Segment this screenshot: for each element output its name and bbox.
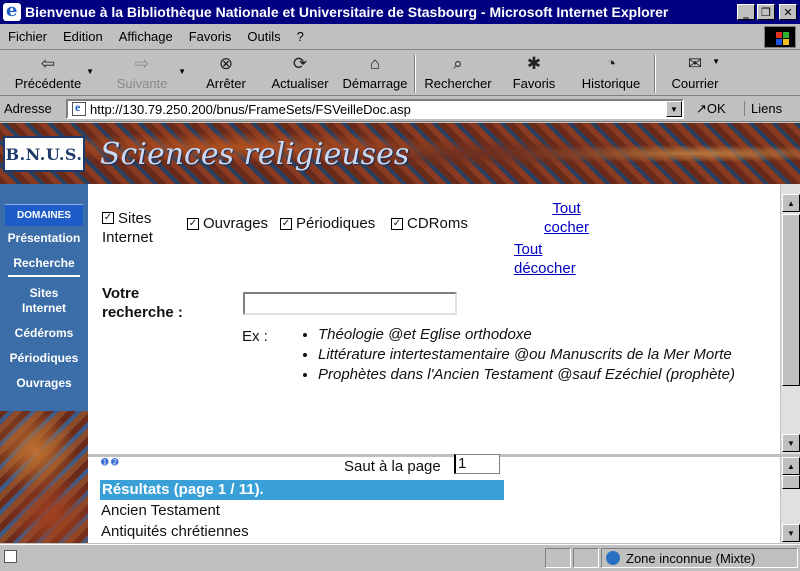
status-panel — [545, 548, 571, 568]
nav-presentation[interactable]: Présentation — [0, 231, 88, 246]
forward-arrow-icon: ⇨ — [134, 54, 150, 73]
checkbox-ouvrages[interactable]: ✓ — [187, 217, 199, 230]
menu-affichage[interactable]: Affichage — [119, 29, 173, 44]
domaines-header: DOMAINES — [5, 204, 83, 226]
nav-cederoms[interactable]: Cédéroms — [0, 326, 88, 341]
refresh-icon: ⟳ — [292, 54, 308, 73]
filter-ouvrages[interactable]: ✓ Ouvrages — [187, 215, 268, 232]
history-icon: ◔ — [605, 54, 617, 73]
back-button[interactable]: ⇦ Précédente ▼ — [0, 51, 96, 95]
nav-divider — [8, 275, 80, 277]
page-status-icon — [4, 550, 17, 563]
nav-recherche[interactable]: Recherche — [0, 256, 88, 271]
results-frame: ➊ ➋ Saut à la page 1 Résultats (page 1 /… — [88, 454, 800, 543]
status-panel — [573, 548, 599, 568]
bnus-logo[interactable]: B.N.U.S. — [3, 136, 85, 172]
checkbox-cdroms[interactable]: ✓ — [391, 217, 403, 230]
checkbox-sites-internet[interactable]: ✓ — [102, 212, 114, 224]
examples-label: Ex : — [242, 328, 268, 345]
mail-button[interactable]: ✉ Courrier ▼ — [656, 51, 734, 95]
chevron-down-icon[interactable]: ▼ — [86, 67, 94, 76]
checkbox-periodiques[interactable]: ✓ — [280, 217, 292, 230]
windows-logo-icon — [764, 26, 796, 48]
nav-decoration — [0, 411, 88, 543]
nav-periodiques[interactable]: Périodiques — [0, 351, 88, 366]
title-bar: Bienvenue à la Bibliothèque Nationale et… — [0, 0, 800, 24]
forward-button[interactable]: ⇨ Suivante ▼ — [96, 51, 188, 95]
status-zone: Zone inconnue (Mixte) — [601, 548, 798, 568]
refresh-button[interactable]: ⟳ Actualiser — [264, 51, 336, 95]
web-page: B.N.U.S. Sciences religieuses DOMAINES P… — [0, 123, 800, 543]
filter-sites-internet[interactable]: ✓ Sites Internet — [102, 206, 153, 247]
stop-button[interactable]: ⊗ Arrêter — [188, 51, 264, 95]
menu-fichier[interactable]: Fichier — [8, 29, 47, 44]
results-frame-scrollbar[interactable]: ▲ ▼ — [780, 457, 800, 543]
filter-cdroms[interactable]: ✓ CDRoms — [391, 215, 468, 232]
window-title: Bienvenue à la Bibliothèque Nationale et… — [25, 4, 669, 20]
stop-icon: ⊗ — [218, 54, 234, 73]
search-label: Votre recherche : — [102, 285, 183, 321]
left-navigation: DOMAINES Présentation Recherche Sites In… — [0, 184, 88, 543]
banner-title: Sciences religieuses — [100, 137, 410, 172]
menu-outils[interactable]: Outils — [247, 29, 280, 44]
back-arrow-icon: ⇦ — [40, 54, 56, 73]
close-button[interactable]: ✕ — [779, 4, 797, 20]
menu-favoris[interactable]: Favoris — [189, 29, 232, 44]
toolbar: ⇦ Précédente ▼ ⇨ Suivante ▼ ⊗ Arrêter ⟳ … — [0, 51, 800, 96]
filter-periodiques[interactable]: ✓ Périodiques — [280, 215, 375, 232]
internet-explorer-icon[interactable] — [3, 0, 21, 21]
history-button[interactable]: ◔ Historique — [568, 51, 654, 95]
nav-ouvrages[interactable]: Ouvrages — [0, 376, 88, 391]
chevron-down-icon[interactable]: ▼ — [712, 57, 720, 66]
result-item[interactable]: Ancien Testament — [101, 502, 220, 519]
example-item: Théologie @et Eglise orthodoxe — [318, 325, 750, 345]
menu-edition[interactable]: Edition — [63, 29, 103, 44]
scroll-up-button[interactable]: ▲ — [782, 194, 800, 212]
nav-sites-internet[interactable]: Sites Internet — [0, 286, 88, 316]
home-icon: ⌂ — [369, 54, 381, 73]
chevron-down-icon[interactable]: ▼ — [666, 101, 682, 117]
home-button[interactable]: ⌂ Démarrage — [336, 51, 414, 95]
scroll-down-button[interactable]: ▼ — [782, 524, 800, 542]
favorites-folder-icon: ✱ — [526, 54, 542, 73]
nav-arrows-icon[interactable]: ➊ ➋ — [101, 457, 119, 468]
menu-help[interactable]: ? — [297, 29, 304, 44]
search-button[interactable]: ⌕ Rechercher — [416, 51, 500, 95]
globe-icon — [606, 551, 620, 565]
maximize-button[interactable]: ❐ — [757, 4, 775, 20]
results-header: Résultats (page 1 / 11). — [100, 480, 504, 500]
mail-icon: ✉ — [687, 54, 703, 73]
chevron-down-icon[interactable]: ▼ — [178, 67, 186, 76]
page-icon — [72, 100, 86, 116]
status-main — [2, 548, 542, 568]
status-bar: Zone inconnue (Mixte) — [0, 544, 800, 571]
banner: B.N.U.S. Sciences religieuses — [0, 123, 800, 184]
scroll-thumb[interactable] — [782, 475, 800, 489]
go-button[interactable]: ↗OK — [696, 101, 726, 117]
search-icon: ⌕ — [453, 54, 463, 73]
page-number-input[interactable]: 1 — [454, 454, 500, 474]
address-label: Adresse — [4, 101, 52, 116]
address-input[interactable]: http://130.79.250.200/bnus/FrameSets/FSV… — [66, 99, 684, 119]
address-bar: Adresse http://130.79.250.200/bnus/Frame… — [0, 96, 800, 122]
scroll-down-button[interactable]: ▼ — [782, 434, 800, 452]
search-input[interactable] — [243, 292, 457, 315]
example-item: Littérature intertestamentaire @ou Manus… — [318, 345, 750, 365]
address-url: http://130.79.250.200/bnus/FrameSets/FSV… — [90, 101, 411, 117]
result-item[interactable]: Antiquités chrétiennes — [101, 523, 249, 540]
jump-page-label: Saut à la page — [344, 458, 441, 475]
search-examples: Ex : Théologie @et Eglise orthodoxe Litt… — [242, 326, 735, 383]
search-frame: ✓ Sites Internet ✓ Ouvrages ✓ Périodiques ✓… — [88, 184, 800, 454]
select-all-link[interactable]: Tout cocher — [544, 199, 589, 237]
favorites-button[interactable]: ✱ Favoris — [500, 51, 568, 95]
menu-bar: Fichier Edition Affichage Favoris Outils… — [0, 24, 800, 50]
scroll-up-button[interactable]: ▲ — [782, 457, 800, 475]
go-arrow-icon: ↗ — [696, 101, 707, 116]
scroll-thumb[interactable] — [782, 214, 800, 386]
search-frame-scrollbar[interactable]: ▲ ▼ — [780, 184, 800, 454]
links-button[interactable]: Liens — [744, 101, 782, 116]
deselect-all-link[interactable]: Tout décocher — [514, 240, 576, 278]
example-item: Prophètes dans l'Ancien Testament @sauf … — [318, 365, 750, 385]
minimize-button[interactable]: _ — [737, 4, 755, 20]
